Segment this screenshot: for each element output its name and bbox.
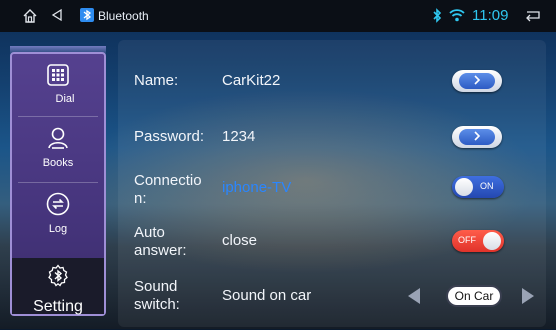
toggle-state-label: OFF xyxy=(458,235,476,245)
toggle-knob xyxy=(483,232,501,250)
sidebar-item-books[interactable]: Books xyxy=(12,126,104,169)
connection-label: Connectio n: xyxy=(134,172,202,207)
bluetooth-settings-icon xyxy=(46,264,70,293)
clock: 11:09 xyxy=(472,7,509,24)
bluetooth-app-icon xyxy=(80,8,94,22)
setting-row-name: Name: CarKit22 xyxy=(118,54,546,110)
connected-device-value: iphone-TV xyxy=(222,179,292,196)
status-bar: Bluetooth 11:09 xyxy=(0,0,556,32)
contacts-icon xyxy=(47,126,69,155)
sidebar-item-label: Dial xyxy=(55,93,75,105)
setting-row-password: Password: 1234 xyxy=(118,110,546,166)
wifi-icon xyxy=(449,8,465,22)
device-name-value: CarKit22 xyxy=(222,72,281,89)
name-label: Name: xyxy=(134,72,179,89)
password-value: 1234 xyxy=(222,128,256,145)
dialpad-icon xyxy=(47,64,69,91)
sidebar-item-log[interactable]: Log xyxy=(12,192,104,235)
setting-row-sound-switch: Sound switch: Sound on car On Car xyxy=(118,274,546,330)
back-triangle-icon[interactable] xyxy=(50,8,64,22)
call-log-icon xyxy=(46,192,70,221)
sidebar-item-label: Log xyxy=(48,223,68,235)
divider xyxy=(18,116,98,117)
sidebar-item-label: Books xyxy=(42,157,74,169)
divider xyxy=(18,182,98,183)
sidebar-item-dial[interactable]: Dial xyxy=(12,64,104,105)
bluetooth-icon xyxy=(432,8,442,23)
connection-toggle[interactable]: ON xyxy=(452,176,504,198)
setting-row-connection: Connectio n: iphone-TV ON xyxy=(118,166,546,222)
previous-option-icon[interactable] xyxy=(408,288,420,304)
next-option-icon[interactable] xyxy=(522,288,534,304)
sidebar-item-label: Setting xyxy=(33,298,83,315)
sidebar: Dial Books Log Setting xyxy=(10,52,106,316)
chevron-right-icon xyxy=(472,72,482,90)
sound-option-pill[interactable]: On Car xyxy=(446,285,502,307)
edit-name-button[interactable] xyxy=(452,70,502,92)
chevron-right-icon xyxy=(472,128,482,146)
auto-answer-toggle[interactable]: OFF xyxy=(452,230,504,252)
auto-answer-label: Auto answer: xyxy=(134,224,187,259)
settings-panel: Name: CarKit22 Password: 1234 Connectio n… xyxy=(118,40,546,327)
toggle-state-label: ON xyxy=(480,181,494,191)
sidebar-item-setting[interactable]: Setting xyxy=(12,258,104,315)
password-label: Password: xyxy=(134,128,205,145)
sound-switch-value: Sound on car xyxy=(222,287,312,304)
setting-row-auto-answer: Auto answer: close OFF xyxy=(118,222,546,278)
auto-answer-value: close xyxy=(222,232,258,249)
app-title: Bluetooth xyxy=(98,9,149,23)
sound-switch-label: Sound switch: xyxy=(134,278,180,313)
edit-password-button[interactable] xyxy=(452,126,502,148)
toggle-knob xyxy=(455,178,473,196)
home-icon[interactable] xyxy=(22,8,38,24)
return-icon[interactable] xyxy=(524,8,542,22)
